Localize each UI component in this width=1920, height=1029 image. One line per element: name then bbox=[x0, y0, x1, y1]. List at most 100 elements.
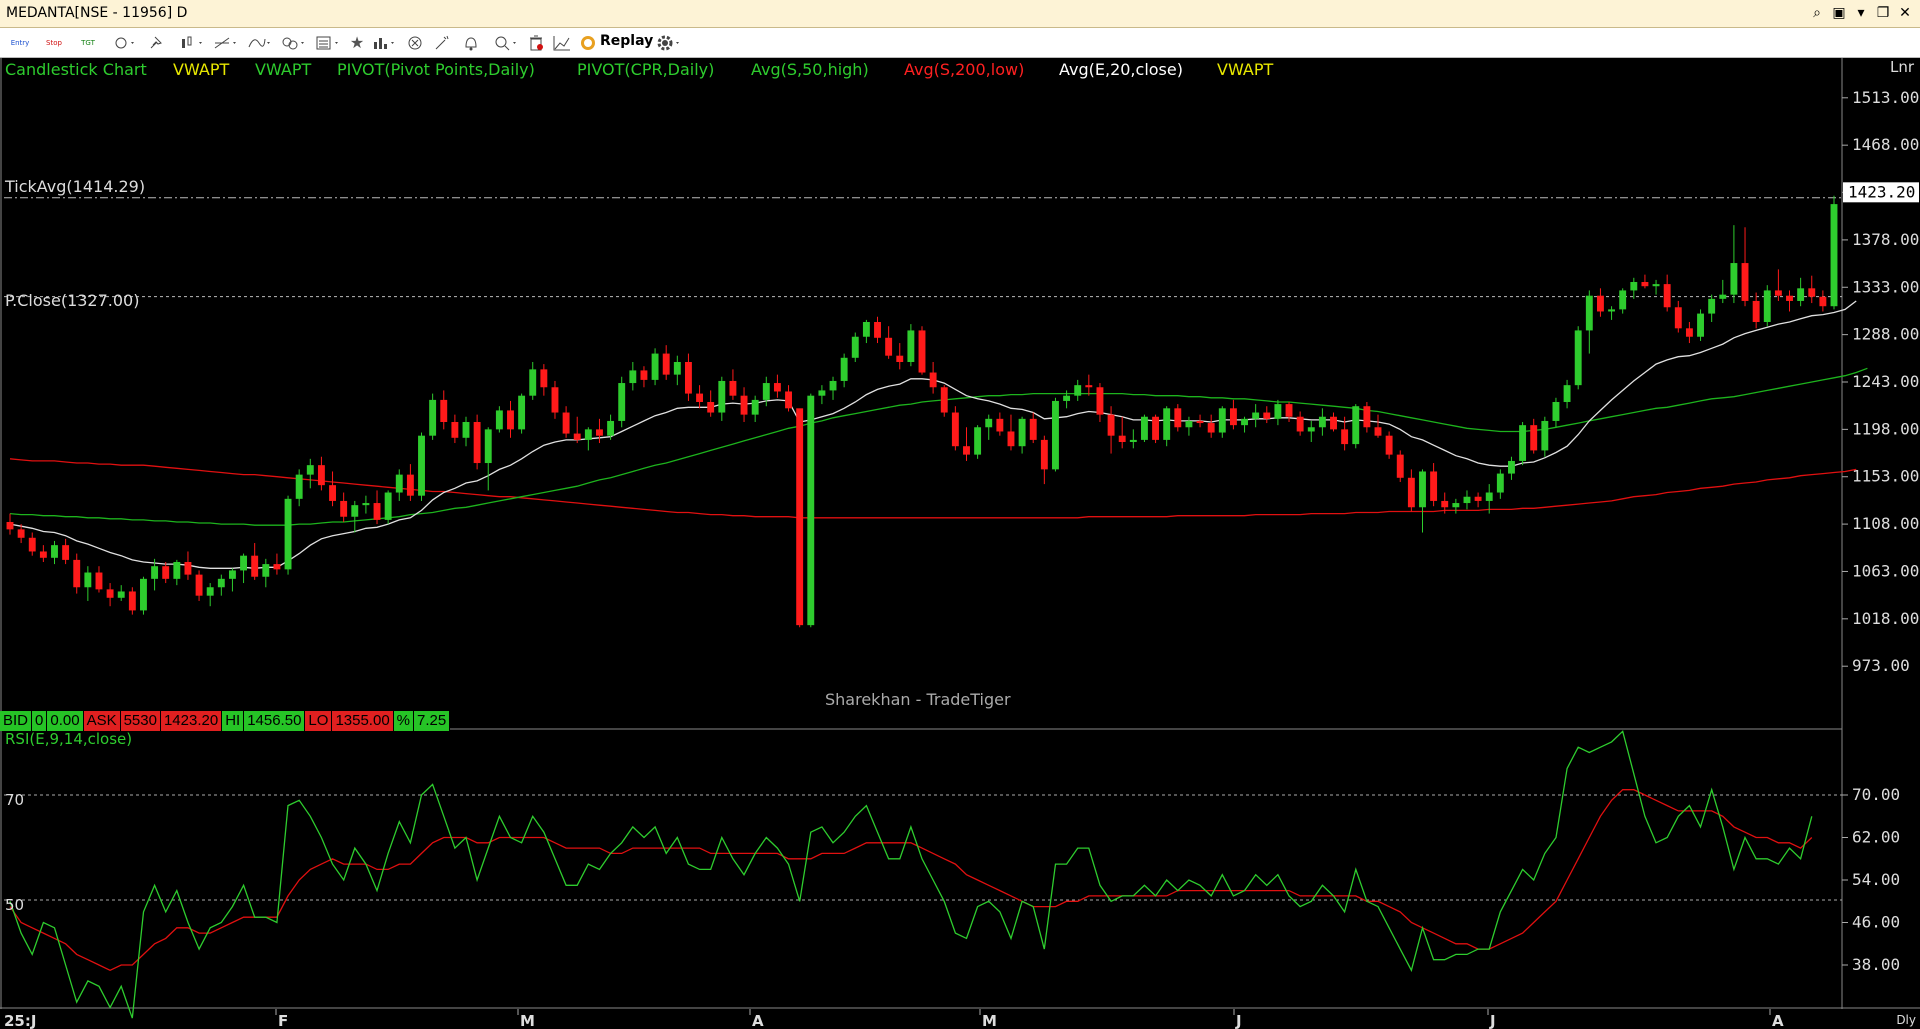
link-icon[interactable] bbox=[280, 33, 306, 53]
rsi-tick-label: 46.00 bbox=[1852, 913, 1900, 932]
entry-button[interactable]: Entry bbox=[10, 33, 30, 53]
refresh-icon[interactable] bbox=[404, 33, 426, 53]
candle-body bbox=[1530, 425, 1538, 451]
indicator-legend-item[interactable]: VWAPT bbox=[1217, 60, 1273, 79]
candle-body bbox=[1808, 288, 1816, 297]
indicator-icon[interactable] bbox=[246, 33, 272, 53]
price-tick-label: 1153.00 bbox=[1852, 467, 1919, 486]
candle-body bbox=[1441, 500, 1449, 508]
alert-icon[interactable] bbox=[460, 33, 480, 53]
indicator-legend-item[interactable]: VWAPT bbox=[255, 60, 311, 79]
price-tick-label: 1108.00 bbox=[1852, 514, 1919, 533]
candle-body bbox=[1496, 473, 1504, 493]
candle-body bbox=[1107, 414, 1115, 436]
candle-body bbox=[484, 429, 492, 464]
chart-area[interactable]: 1513.00 1468.00 1423.20 1378.00 1333.00 1288.… bbox=[0, 58, 1920, 1029]
candle-body bbox=[896, 355, 904, 363]
candle-body bbox=[351, 505, 359, 517]
candle-body bbox=[1263, 412, 1271, 419]
candle-body bbox=[796, 408, 804, 626]
candle-body bbox=[162, 566, 170, 579]
candle-body bbox=[573, 433, 581, 440]
magic-icon[interactable] bbox=[432, 33, 452, 53]
replay-button[interactable]: Replay bbox=[600, 33, 653, 53]
candle-body bbox=[1485, 492, 1493, 501]
candle-body bbox=[6, 521, 14, 530]
candle-body bbox=[940, 387, 948, 413]
close-button[interactable]: ✕ bbox=[1896, 3, 1914, 23]
candle-body bbox=[1708, 298, 1716, 314]
stop-button[interactable]: Stop bbox=[44, 33, 64, 53]
candle-body bbox=[17, 529, 25, 538]
hi-label: HI bbox=[222, 711, 245, 731]
candle-body bbox=[651, 353, 659, 380]
candle-body bbox=[1307, 427, 1315, 432]
restore-button[interactable]: ❐ bbox=[1874, 3, 1892, 23]
prev-close-label: P.Close(1327.00) bbox=[5, 291, 140, 310]
candle-body bbox=[640, 370, 648, 380]
template-icon[interactable] bbox=[314, 33, 340, 53]
candle-body bbox=[173, 561, 181, 579]
month-label: J bbox=[1235, 1012, 1242, 1029]
month-label: J bbox=[1489, 1012, 1496, 1029]
monitor-icon[interactable]: ▣ bbox=[1830, 3, 1848, 23]
candle-body bbox=[1285, 404, 1293, 417]
candle-body bbox=[607, 420, 615, 436]
indicator-legend-item[interactable]: Avg(E,20,close) bbox=[1059, 60, 1183, 79]
rsi-tick-label: 54.00 bbox=[1852, 870, 1900, 889]
indicator-legend-item[interactable]: Candlestick Chart bbox=[5, 60, 147, 79]
indicator-legend-item[interactable]: PIVOT(Pivot Points,Daily) bbox=[337, 60, 535, 79]
candle-body bbox=[529, 369, 537, 396]
candle-body bbox=[1040, 439, 1048, 470]
candle-body bbox=[1596, 295, 1604, 312]
dropdown-icon[interactable]: ▾ bbox=[1852, 3, 1870, 23]
candle-body bbox=[673, 362, 681, 375]
candle-body bbox=[62, 545, 70, 560]
bid-label: BID bbox=[0, 711, 33, 731]
zoom-icon[interactable] bbox=[492, 33, 518, 53]
studies-icon[interactable] bbox=[370, 33, 396, 53]
star-icon[interactable]: ★ bbox=[348, 33, 366, 53]
bid-qty: 0 bbox=[32, 711, 48, 731]
candle-body bbox=[584, 429, 592, 440]
candle-type-icon[interactable] bbox=[178, 33, 204, 53]
candle-body bbox=[1774, 290, 1782, 296]
candle-body bbox=[729, 380, 737, 396]
candle-body bbox=[473, 421, 481, 464]
indicator-legend-item[interactable]: VWAPT bbox=[173, 60, 229, 79]
price-tick-label: 1468.00 bbox=[1852, 135, 1919, 154]
indicator-legend-item[interactable]: PIVOT(CPR,Daily) bbox=[577, 60, 714, 79]
candle-body bbox=[217, 578, 225, 588]
timeframe-label[interactable]: Dly bbox=[1896, 1013, 1916, 1027]
price-tick-label: 973.00 bbox=[1852, 656, 1910, 675]
indicator-legend-item[interactable]: Avg(S,200,low) bbox=[904, 60, 1024, 79]
candle-body bbox=[184, 561, 192, 575]
candle-body bbox=[1063, 395, 1071, 401]
candle-body bbox=[1152, 416, 1160, 440]
candle-body bbox=[195, 574, 203, 596]
candle-body bbox=[84, 572, 92, 588]
candle-body bbox=[974, 427, 982, 455]
candle-body bbox=[1352, 406, 1360, 445]
candle-body bbox=[429, 399, 437, 436]
candle-body bbox=[317, 465, 325, 486]
crosshair-icon[interactable] bbox=[112, 33, 136, 53]
candle-body bbox=[73, 559, 81, 588]
pin-icon[interactable] bbox=[146, 33, 166, 53]
scale-mode[interactable]: Lnr bbox=[1890, 58, 1914, 76]
candle-body bbox=[718, 380, 726, 413]
price-chart-svg[interactable]: 1513.00 1468.00 1423.20 1378.00 1333.00 1288.… bbox=[0, 58, 1920, 1029]
line-tools-icon[interactable] bbox=[212, 33, 238, 53]
candle-body bbox=[28, 537, 36, 552]
month-label: 25:J bbox=[4, 1012, 36, 1029]
replay-icon[interactable] bbox=[578, 33, 598, 53]
candle-body bbox=[662, 353, 670, 375]
candle-body bbox=[51, 545, 58, 558]
delete-icon[interactable] bbox=[526, 33, 546, 53]
target-button[interactable]: TGT bbox=[78, 33, 98, 53]
indicator-legend-item[interactable]: Avg(S,50,high) bbox=[751, 60, 869, 79]
candle-body bbox=[284, 498, 292, 570]
search-icon[interactable]: ⌕ bbox=[1808, 3, 1826, 23]
settings-gear-icon[interactable] bbox=[654, 33, 682, 53]
line-chart-icon[interactable] bbox=[552, 33, 572, 53]
